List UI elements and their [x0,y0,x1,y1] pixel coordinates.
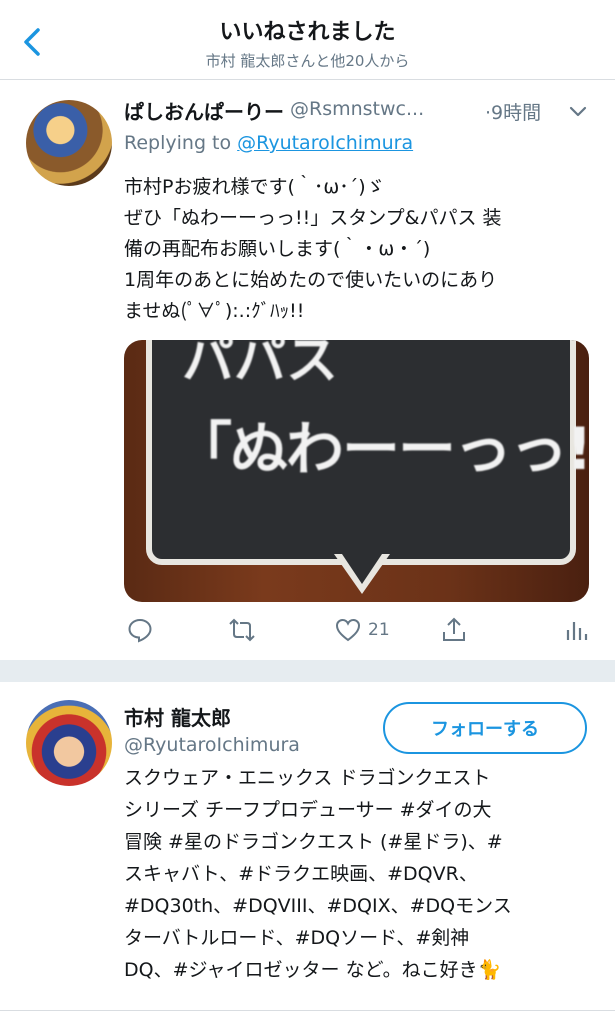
bio-line: DQ、#ジャイロゼッター など。ねこ好き🐈 [124,959,502,981]
media-text-line: 「ぬわーーっっ!! [174,415,589,483]
reply-icon [128,618,152,643]
tweet-text-line: 市村Pお疲れ様です(｀･ω･´)ゞ [124,176,385,198]
tweet-text-line: ませぬ(ﾟ∀ﾟ):.:ｸﾞﾊｯ!! [124,300,305,322]
bio-line: ターバトルロード、#DQソード、#剣神 [124,927,470,949]
tweet-media-image[interactable]: パパス 「ぬわーーっっ!! [124,340,589,602]
reply-button[interactable] [126,612,154,648]
page-title: いいねされました [219,20,396,45]
page-subtitle: 市村 龍太郎さんと他20人から [205,52,410,70]
tweet-author-name[interactable]: ぱしおんぱーりー [124,96,284,125]
tweet-author-handle: @Rsmnstwc... [290,98,425,120]
profile-bio: スクウェア・エニックス ドラゴンクエスト シリーズ チーフプロデューサー #ダイ… [124,762,594,986]
speech-bubble-image: パパス 「ぬわーーっっ!! [146,340,589,565]
tweet-author-avatar[interactable] [26,100,112,186]
tweet-actions: 21 [124,612,594,648]
follow-button[interactable]: フォローする [383,702,587,754]
analytics-icon [566,622,588,640]
share-icon [443,617,465,641]
share-button[interactable] [440,612,468,648]
replying-to-mention[interactable]: @RyutaroIchimura [237,132,413,154]
profile-avatar[interactable] [26,700,112,786]
replying-to-label: Replying to [124,132,238,154]
replying-to-line: Replying to @RyutaroIchimura [124,132,413,154]
bio-line: スクウェア・エニックス ドラゴンクエスト [124,767,491,789]
media-text-line: パパス [182,340,339,391]
divider [0,1010,615,1011]
heart-icon [335,618,361,642]
tweet-text-line: 備の再配布お願いします(｀・ω・´) [124,238,431,260]
tweet-text-line: ぜひ「ぬわーーっっ!!」スタンプ&パパス 装 [124,207,502,229]
bio-line: スキャバト、#ドラクエ映画、#DQVR、 [124,863,478,885]
profile-name[interactable]: 市村 龍太郎 [124,702,231,731]
bio-line: シリーズ チーフプロデューサー #ダイの大 [124,799,492,821]
analytics-button[interactable] [562,612,590,648]
chevron-down-icon[interactable] [567,100,589,122]
top-navigation-bar: いいねされました 市村 龍太郎さんと他20人から [0,0,615,80]
profile-handle: @RyutaroIchimura [124,734,300,756]
speech-bubble-tail-inner [342,554,382,584]
bio-line: 冒険 #星のドラゴンクエスト (#星ドラ)、# [124,831,503,853]
bio-line: #DQ30th、#DQVIII、#DQIX、#DQモンス [124,895,512,917]
retweet-button[interactable] [228,612,256,648]
tweet-text: 市村Pお疲れ様です(｀･ω･´)ゞ ぜひ「ぬわーーっっ!!」スタンプ&パパス 装… [124,172,594,327]
tweet-timestamp: ·9時間 [485,102,542,124]
section-separator [0,660,615,682]
like-count: 21 [368,620,390,640]
like-button[interactable]: 21 [334,612,390,648]
tweet-text-line: 1周年のあとに始めたので使いたいのにあり [124,269,498,291]
retweet-icon [229,618,255,642]
